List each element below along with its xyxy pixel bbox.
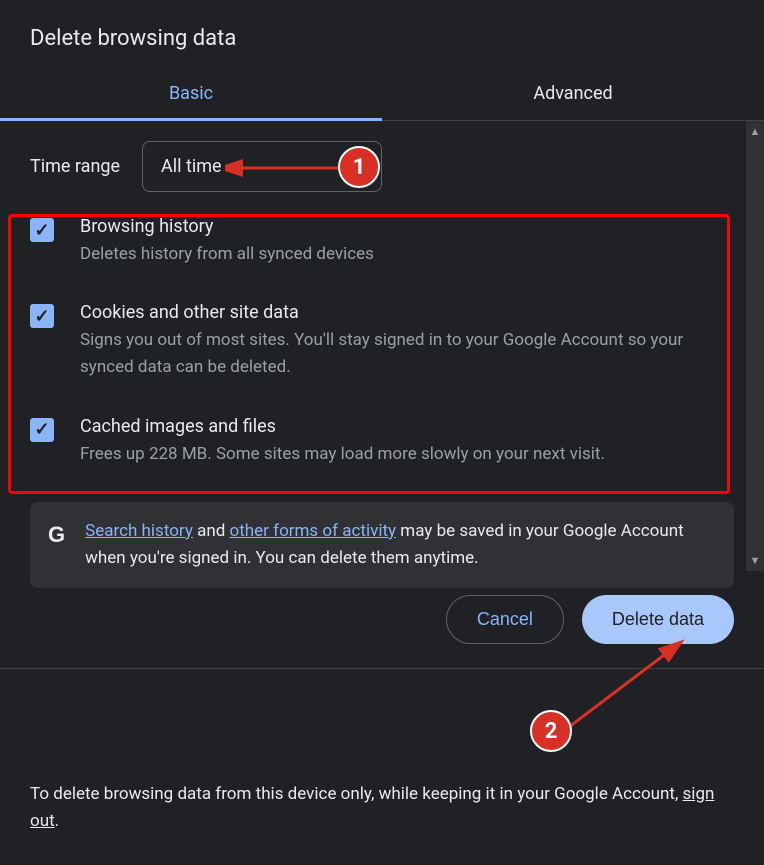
time-range-label: Time range [30, 156, 120, 177]
option-desc: Deletes history from all synced devices [80, 241, 734, 268]
scrollbar[interactable]: ▲ ▼ [746, 121, 764, 571]
option-browsing-history[interactable]: ✓ Browsing history Deletes history from … [30, 216, 734, 268]
option-cache[interactable]: ✓ Cached images and files Frees up 228 M… [30, 416, 734, 468]
tab-basic[interactable]: Basic [0, 69, 382, 121]
option-desc: Frees up 228 MB. Some sites may load mor… [80, 441, 734, 468]
delete-data-button[interactable]: Delete data [582, 595, 734, 644]
dialog-title: Delete browsing data [0, 0, 764, 69]
chevron-down-icon [353, 164, 363, 170]
footer-text: To delete browsing data from this device… [30, 784, 683, 804]
option-cookies[interactable]: ✓ Cookies and other site data Signs you … [30, 302, 734, 381]
footer-notice: To delete browsing data from this device… [0, 751, 764, 865]
option-title: Browsing history [80, 216, 734, 237]
option-title: Cached images and files [80, 416, 734, 437]
footer-trail: . [55, 811, 59, 831]
tab-advanced[interactable]: Advanced [382, 69, 764, 120]
scroll-up-icon[interactable]: ▲ [750, 121, 761, 142]
google-g-icon: G [48, 522, 65, 548]
other-activity-link[interactable]: other forms of activity [230, 521, 397, 541]
google-account-notice: G Search history and other forms of acti… [30, 502, 734, 588]
checkbox-icon[interactable]: ✓ [30, 218, 54, 242]
notice-text-mid: and [193, 521, 230, 541]
option-desc: Signs you out of most sites. You'll stay… [80, 327, 734, 381]
time-range-select[interactable]: All time [142, 141, 382, 192]
cancel-button[interactable]: Cancel [446, 595, 564, 644]
search-history-link[interactable]: Search history [85, 521, 193, 541]
checkbox-icon[interactable]: ✓ [30, 418, 54, 442]
option-title: Cookies and other site data [80, 302, 734, 323]
tabs: Basic Advanced [0, 69, 764, 121]
scroll-down-icon[interactable]: ▼ [750, 550, 761, 571]
annotation-badge-2: 2 [530, 710, 572, 752]
checkbox-icon[interactable]: ✓ [30, 304, 54, 328]
time-range-value: All time [161, 156, 222, 177]
